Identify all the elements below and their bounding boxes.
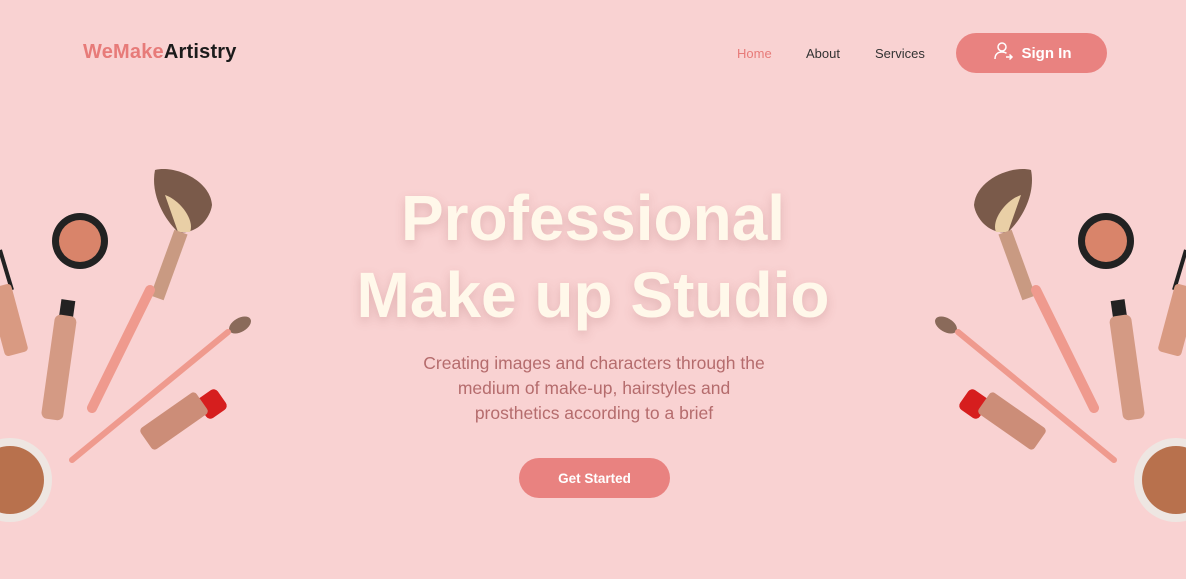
sign-in-label: Sign In [1021,44,1072,62]
brand-logo-part1: WeMake [83,41,164,63]
hero-title-line1: Professional [400,182,786,254]
makeup-illustration-right [935,169,1186,522]
powder-brush [87,169,212,413]
hero-subtitle-line1: Creating images and characters through t… [423,353,765,373]
nav-item-about[interactable]: About [806,46,840,61]
eyeshadow-compact [52,213,108,269]
eyeliner-pencil [0,249,28,357]
nav-item-home[interactable]: Home [737,46,772,61]
hero-subtitle-line2: medium of make-up, hairstyles and [457,378,731,398]
bronzer-compact [1134,438,1186,522]
hero-title: Professional Make up Studio [293,180,893,334]
makeup-illustration-left [0,169,251,522]
mascara-tube [41,299,77,421]
brand-logo[interactable]: WeMakeArtistry [83,41,237,64]
mascara-tube [1109,299,1145,421]
brand-logo-part2: Artistry [163,41,237,63]
bronzer-compact [0,438,52,522]
powder-brush [974,169,1099,413]
hero-subtitle-line3: prosthetics according to a brief [474,403,714,423]
get-started-button[interactable]: Get Started [519,458,670,498]
eyeliner-pencil [1158,249,1186,357]
eyeshadow-compact [1078,213,1134,269]
user-icon [992,40,1014,66]
sign-in-button[interactable]: Sign In [956,33,1107,73]
hero-subtitle: Creating images and characters through t… [383,351,805,426]
nav-item-services[interactable]: Services [875,46,925,61]
hero-title-line2: Make up Studio [356,259,830,331]
